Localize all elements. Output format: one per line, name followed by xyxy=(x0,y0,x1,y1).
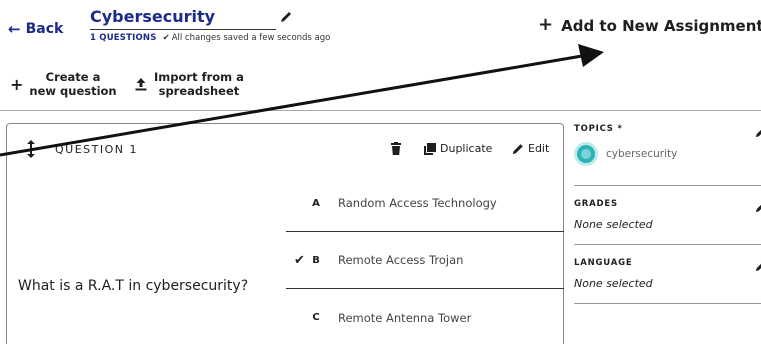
grades-section: GRADES None selected xyxy=(574,199,761,245)
topic-name: cybersecurity xyxy=(606,148,678,160)
topics-section: TOPICS * cybersecurity xyxy=(574,124,761,186)
language-section: LANGUAGE None selected xyxy=(574,258,761,304)
pencil-icon[interactable] xyxy=(755,126,761,138)
pencil-icon[interactable] xyxy=(755,260,761,272)
pencil-icon[interactable] xyxy=(755,201,761,213)
topic-icon xyxy=(574,142,598,166)
topics-label: TOPICS * xyxy=(574,124,623,134)
language-label: LANGUAGE xyxy=(574,258,633,268)
topic-chip[interactable]: cybersecurity xyxy=(574,142,761,166)
grades-label: GRADES xyxy=(574,199,618,209)
language-value: None selected xyxy=(574,277,653,290)
grades-value: None selected xyxy=(574,218,653,231)
